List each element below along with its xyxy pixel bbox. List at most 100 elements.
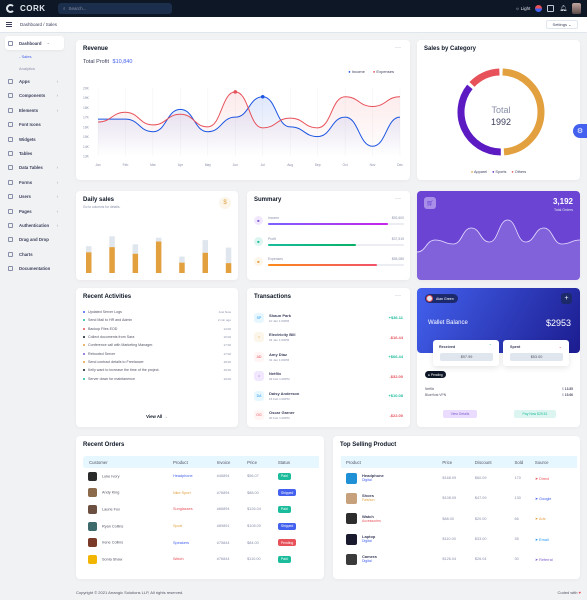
table-row[interactable]: Laurie Fox Sunglasses #66894 $126.04 Paid: [83, 501, 319, 518]
activity-item[interactable]: Send contract details to Freelancer 18:00: [76, 358, 238, 366]
activity-item[interactable]: Rebooted Server 17:00: [76, 349, 238, 357]
column-header[interactable]: Sold: [514, 456, 535, 468]
bar-last-week[interactable]: [132, 244, 139, 254]
sidebar-item-users[interactable]: Users ›: [0, 190, 72, 204]
sidebar-item-forms[interactable]: Forms ›: [0, 175, 72, 189]
mail-icon[interactable]: [547, 5, 555, 12]
transaction-item[interactable]: ⌂ Electricity Bill 04 Jan 1:00PM -$16.44: [247, 328, 410, 348]
sidebar-item-charts[interactable]: Charts: [0, 247, 72, 261]
table-row[interactable]: Headphone Digital $168.09 $60.09 170 ➤ Direct: [341, 468, 577, 488]
table-row[interactable]: Laptop Digital $110.00 $33.00 35 ➤ Email: [341, 529, 577, 549]
sidebar-item-documentation[interactable]: Documentation: [0, 261, 72, 275]
sidebar-item-drag-and-drop[interactable]: Drag and Drop: [0, 233, 72, 247]
table-row[interactable]: Ryan Collins Sport #89891 $108.00 Shipped: [83, 518, 319, 535]
settings-dropdown[interactable]: Settings ⌄: [546, 20, 578, 29]
bar-sales[interactable]: [225, 263, 232, 273]
activity-item[interactable]: Send Mail to HR and Admin 2 min ago: [76, 316, 238, 324]
wallet-card: Alan Green + Wallet Balance $2953 Receiv…: [417, 288, 580, 427]
sidebar-item-widgets[interactable]: Widgets: [0, 132, 72, 146]
heart-icon: ♥: [578, 590, 581, 595]
activity-item[interactable]: Updated Server Logs Just Now: [76, 308, 238, 316]
legend-item-apparel[interactable]: ● Apparel: [471, 170, 487, 174]
bar-last-week[interactable]: [109, 236, 115, 248]
sidebar-item-dashboard[interactable]: Dashboard ⌄: [5, 36, 64, 51]
transaction-item[interactable]: ⌂ Netflix 02 Feb 1:00PM -$32.00: [247, 367, 410, 387]
column-header[interactable]: Status: [277, 456, 319, 468]
table-row[interactable]: Watch Accessories $88.00 $20.00 66 ➤ Ads: [341, 509, 577, 529]
table-row[interactable]: Camera Digital $126.04 $26.04 30 ➤ Referral: [341, 549, 577, 569]
legend-item-others[interactable]: ● Others: [511, 170, 526, 174]
sidebar-item-data-tables[interactable]: Data Tables ›: [0, 161, 72, 175]
bar-sales[interactable]: [109, 247, 115, 273]
column-header[interactable]: Discount: [474, 456, 515, 468]
donut-slice-others[interactable]: [469, 68, 500, 88]
column-header[interactable]: Invoice: [216, 456, 248, 468]
bell-icon[interactable]: 🔔︎: [559, 5, 567, 12]
box-icon: [8, 93, 13, 99]
sidebar-item-pages[interactable]: Pages ›: [0, 204, 72, 218]
bar-sales[interactable]: [155, 241, 162, 273]
column-header[interactable]: Source: [534, 456, 577, 468]
pay-now-button[interactable]: Pay Now $29.51: [514, 410, 556, 418]
product-name: Nike Sport: [172, 490, 191, 495]
more-options-icon[interactable]: ···: [395, 196, 401, 202]
transaction-item[interactable]: DA Daisy Anderson 15 Feb 1:00PM +$10.08: [247, 386, 410, 406]
activity-item[interactable]: Conference call with Marketing Manager. 1…: [76, 341, 238, 349]
activity-item[interactable]: Kelly want to increase the time of the p…: [76, 366, 238, 374]
table-row[interactable]: Shoes Faishon $108.09 $47.09 130 ➤ Google: [341, 488, 577, 508]
theme-toggle[interactable]: ☼ Light: [515, 6, 530, 11]
table-row[interactable]: Sonia Shaw Watch #76844 $110.00 Paid: [83, 551, 319, 568]
sidebar-item-authentication[interactable]: Authentication ›: [0, 218, 72, 232]
user-avatar[interactable]: [572, 3, 581, 14]
menu-toggle-icon[interactable]: [6, 22, 12, 27]
legend-item-sports[interactable]: ● Sports: [492, 170, 506, 174]
transaction-name: Shaun Park: [269, 312, 292, 318]
product-thumbnail: [346, 533, 357, 545]
bar-sales[interactable]: [86, 252, 92, 273]
bar-last-week[interactable]: [155, 237, 162, 242]
column-header[interactable]: Customer: [83, 456, 173, 468]
wallet-user-chip[interactable]: Alan Green: [425, 294, 458, 303]
add-button[interactable]: +: [561, 293, 572, 304]
view-all-link[interactable]: View All →: [76, 414, 238, 419]
activity-item[interactable]: Backup Files EOD 14:00: [76, 325, 238, 333]
bar-sales[interactable]: [179, 262, 185, 273]
discount: $60.09: [474, 476, 487, 481]
bar-last-week[interactable]: [86, 246, 92, 253]
activity-item[interactable]: Collect documents from Sara 16:00: [76, 333, 238, 341]
table-row[interactable]: Irene Collins Speakers #75844 $84.00 Pending: [83, 534, 319, 551]
sidebar-item-components[interactable]: Components ›: [0, 89, 72, 103]
column-header[interactable]: Price: [442, 456, 475, 468]
daily-sales-chart[interactable]: [76, 191, 238, 280]
bar-sales[interactable]: [202, 252, 209, 273]
column-header[interactable]: Product: [341, 456, 443, 468]
activity-item[interactable]: Server down for maintanence 19:00: [76, 374, 238, 382]
y-tick-label: 16K: [83, 125, 90, 129]
transaction-item[interactable]: SP Shaun Park 10 Jan 1:00PM +$36.11: [247, 308, 410, 328]
bar-sales[interactable]: [132, 253, 139, 273]
bar-last-week[interactable]: [202, 240, 209, 253]
expenses-peak-marker[interactable]: [233, 90, 238, 94]
app-logo[interactable]: CORK: [6, 4, 46, 13]
sidebar-subitem-sales[interactable]: - Sales: [0, 50, 72, 62]
sidebar-item-font-icons[interactable]: Font Icons: [0, 118, 72, 132]
bar-last-week[interactable]: [225, 247, 232, 264]
column-header[interactable]: Price: [247, 456, 278, 468]
sidebar-subitem-analytics[interactable]: Analytics: [0, 62, 72, 74]
table-row[interactable]: Luke Ivory Headphone #46894 $56.07 Paid: [83, 468, 319, 485]
bar-last-week[interactable]: [179, 256, 185, 263]
transaction-item[interactable]: OG Oscar Garner 20 Feb 1:00PM -$22.00: [247, 406, 410, 426]
income-peak-marker[interactable]: [260, 94, 265, 99]
more-options-icon[interactable]: ···: [395, 293, 401, 299]
transaction-item[interactable]: AD Amy Diaz 31 Jan 1:00PM +$66.44: [247, 347, 410, 367]
language-flag-icon[interactable]: [535, 5, 543, 12]
search-input[interactable]: ⌕ Search...: [58, 3, 172, 14]
table-row[interactable]: Andy King Nike Sport #76894 $88.00 Shipped: [83, 485, 319, 502]
column-header[interactable]: Product: [172, 456, 217, 468]
revenue-chart[interactable]: 13K 14K 15K 16K 17K 18K 19K 20K Jan Feb Mar Apr May J…: [76, 40, 410, 180]
view-details-button[interactable]: View Details: [443, 410, 477, 418]
sidebar-item-tables[interactable]: Tables: [0, 146, 72, 160]
sidebar-item-elements[interactable]: Elements ›: [0, 103, 72, 117]
sidebar-item-apps[interactable]: Apps ›: [0, 74, 72, 88]
customizer-gear-icon[interactable]: ⚙︎: [573, 124, 587, 138]
